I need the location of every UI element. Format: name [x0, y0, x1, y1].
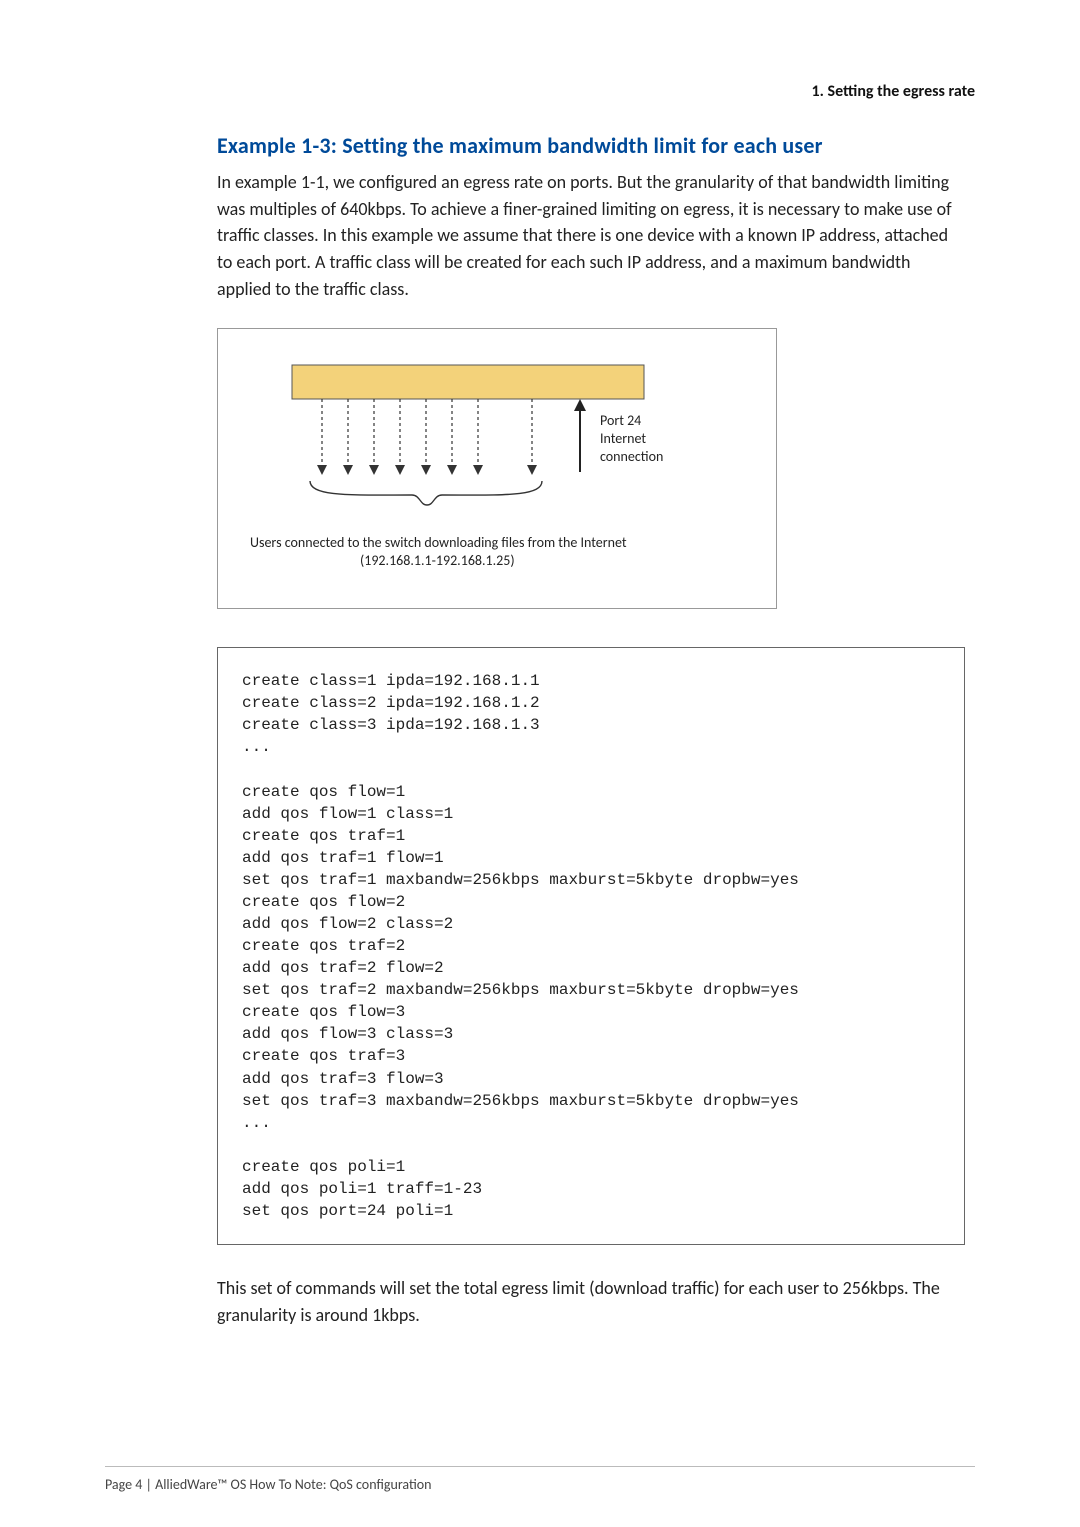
page: 1. Setting the egress rate Example 1-3: … — [0, 0, 1080, 1527]
diagram-caption-2: (192.168.1.1-192.168.1.25) — [360, 552, 515, 569]
intro-paragraph: In example 1-1, we configured an egress … — [217, 169, 965, 302]
running-header: 1. Setting the egress rate — [812, 82, 976, 101]
diagram-svg: Port 24 Internet connection Users connec… — [232, 347, 762, 587]
section-heading: Example 1-3: Setting the maximum bandwid… — [217, 132, 965, 159]
footer-text: Page 4 | AlliedWare™ OS How To Note: QoS… — [105, 1476, 432, 1493]
closing-paragraph: This set of commands will set the total … — [217, 1275, 965, 1328]
diagram-caption-1: Users connected to the switch downloadin… — [250, 534, 627, 551]
content-block: In example 1-1, we configured an egress … — [217, 169, 965, 1328]
footer-rule — [105, 1466, 975, 1467]
network-diagram: Port 24 Internet connection Users connec… — [217, 328, 777, 609]
diagram-port-line3: connection — [600, 448, 663, 465]
diagram-port-line1: Port 24 — [600, 412, 641, 429]
code-block: create class=1 ipda=192.168.1.1 create c… — [217, 647, 965, 1245]
diagram-port-line2: Internet — [600, 430, 646, 447]
